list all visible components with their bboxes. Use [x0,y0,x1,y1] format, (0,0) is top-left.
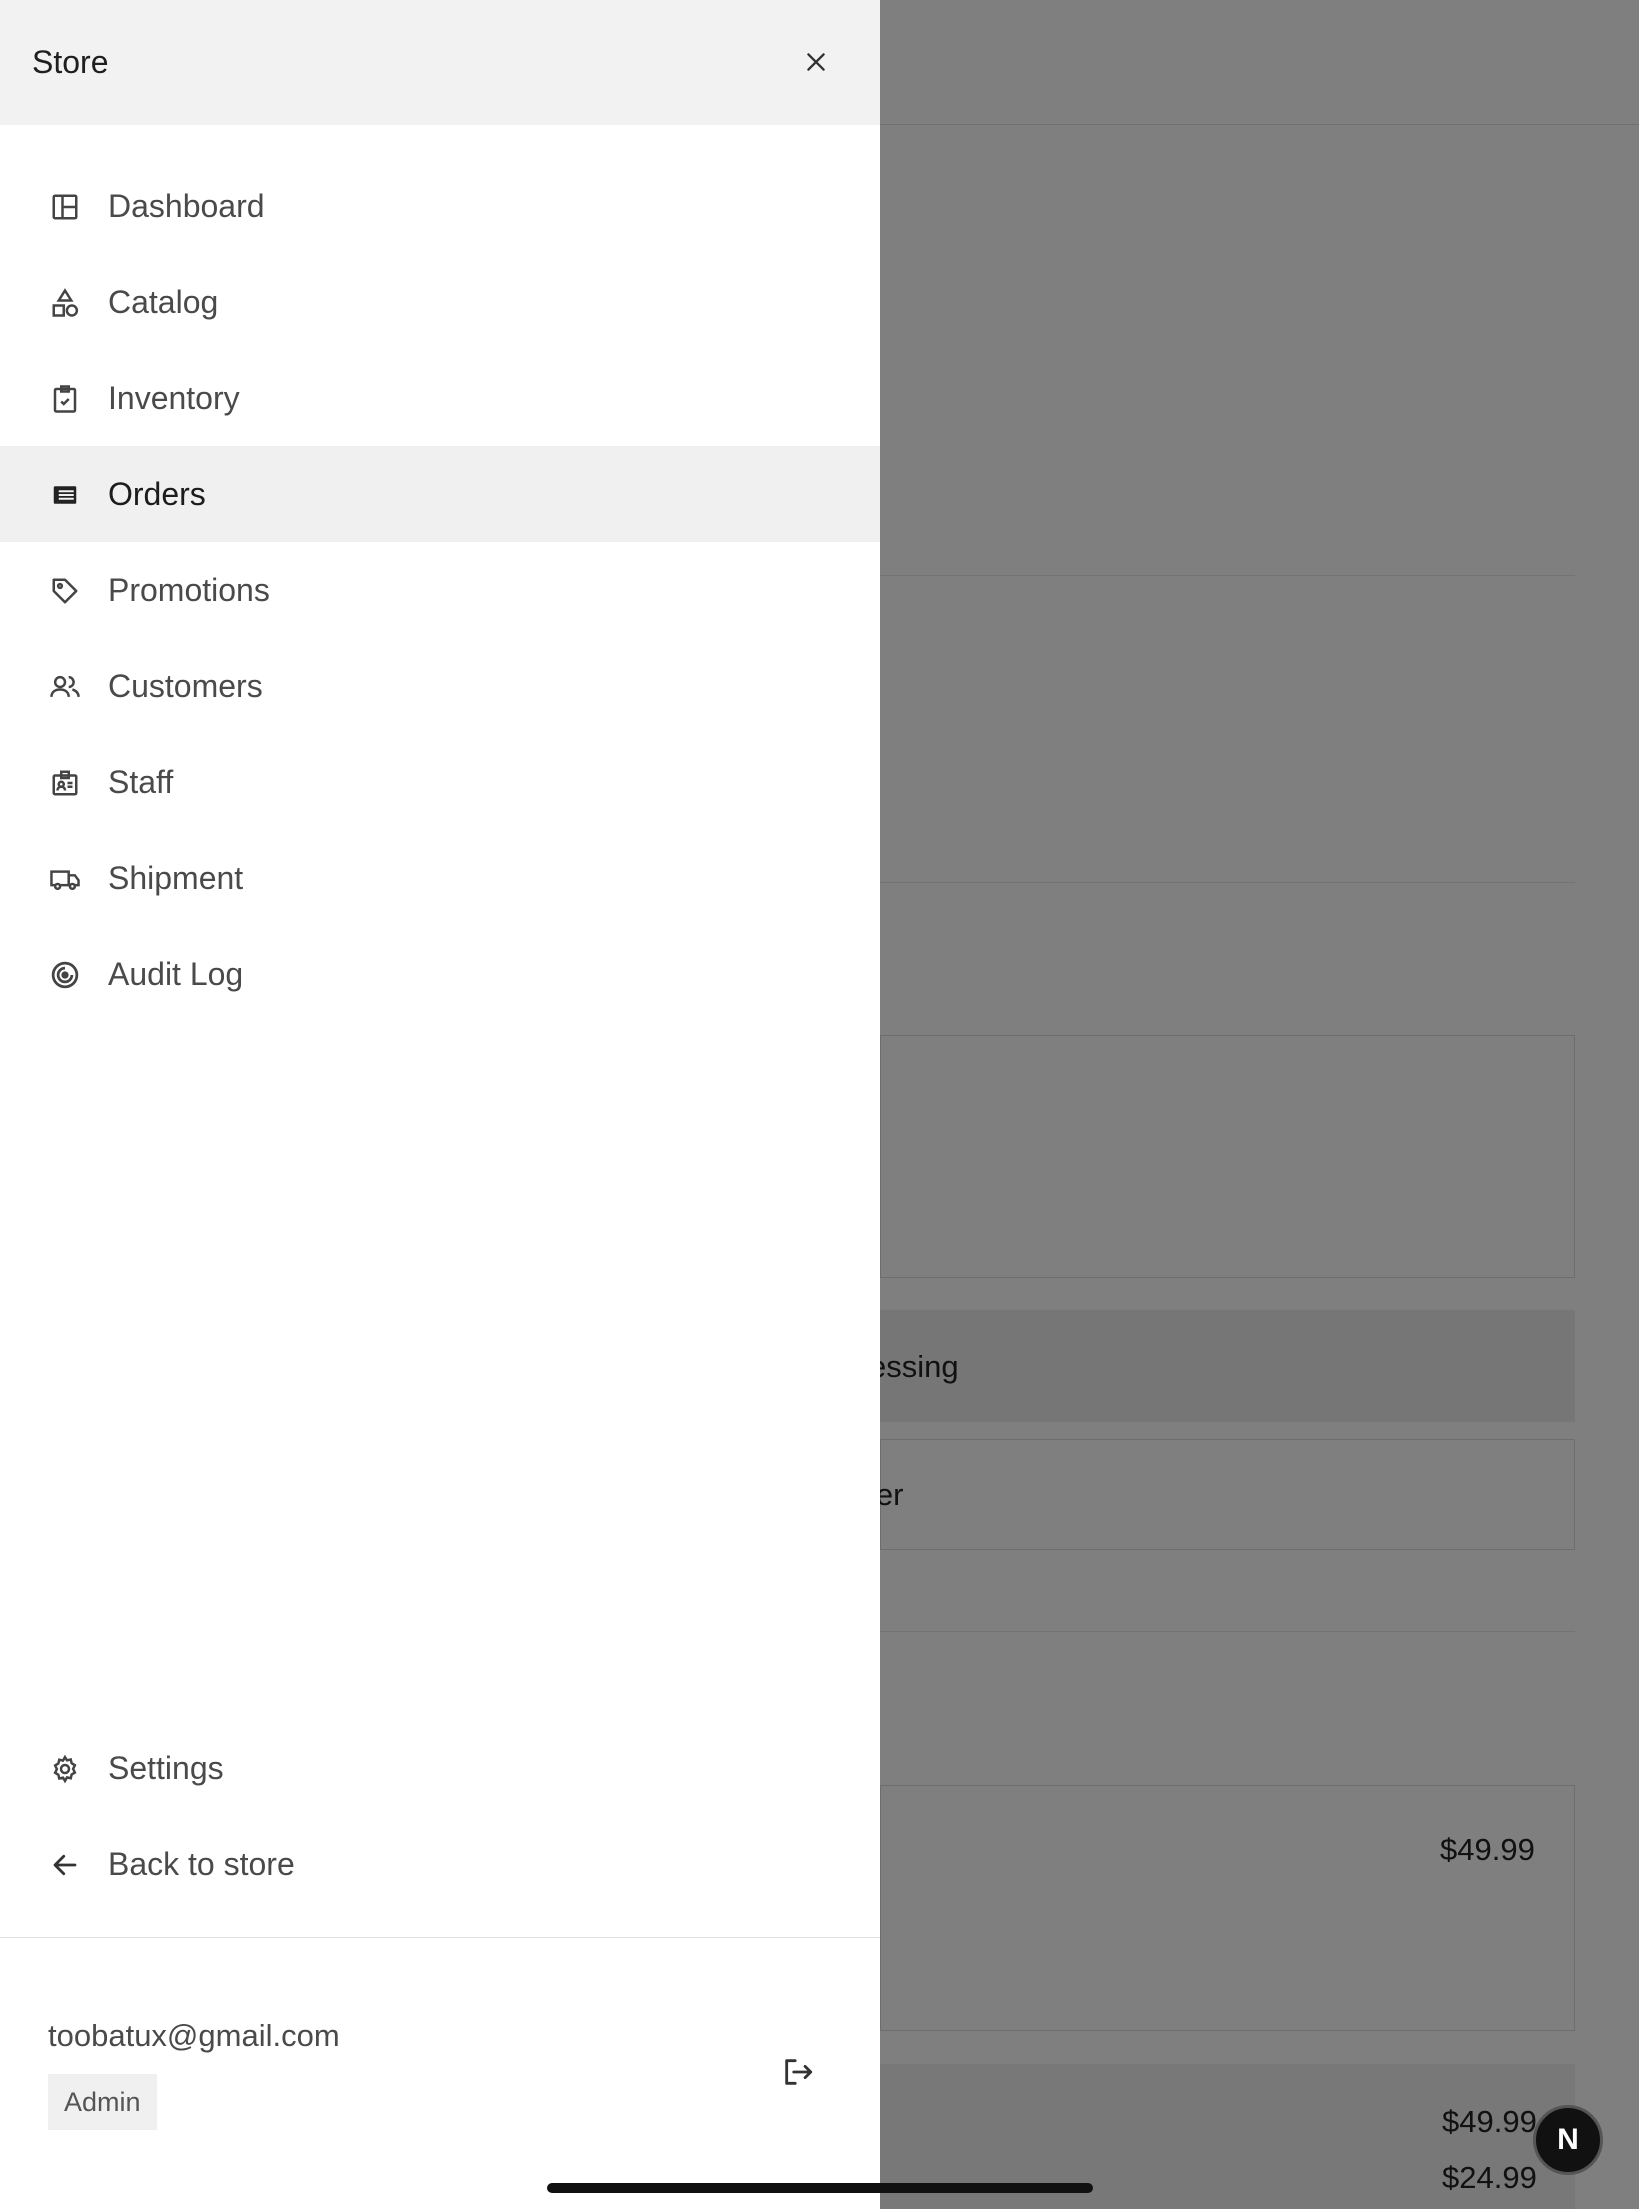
nav-label: Back to store [108,1845,295,1882]
nav-item-catalog[interactable]: Catalog [0,254,880,350]
nav-label: Audit Log [108,955,244,992]
role-badge: Admin [48,2074,157,2130]
truck-icon [48,862,82,896]
nav-label: Inventory [108,379,240,416]
dev-tools-badge[interactable]: N [1533,2105,1603,2175]
home-indicator [547,2183,1093,2193]
logout-icon [781,2055,815,2089]
arrow-left-icon [48,1848,82,1882]
user-email: toobatux@gmail.com [48,2018,340,2053]
nav-label: Shipment [108,859,244,896]
nav-item-settings[interactable]: Settings [0,1720,880,1816]
nav-label: Orders [108,475,206,512]
nav-item-inventory[interactable]: Inventory [0,350,880,446]
nav-item-promotions[interactable]: Promotions [0,542,880,638]
nav-label: Staff [108,763,174,800]
drawer-header: Store [0,0,880,125]
clipboard-check-icon [48,382,82,416]
radar-icon [48,958,82,992]
nav-label: Settings [108,1749,224,1786]
close-icon [803,49,829,75]
nav-label: Catalog [108,283,219,320]
gear-icon [48,1752,82,1786]
shapes-icon [48,286,82,320]
navigation-drawer: Store Dashboard Catalog Inventory Orders [0,0,880,2209]
nav-item-audit-log[interactable]: Audit Log [0,926,880,1022]
nav-item-shipment[interactable]: Shipment [0,830,880,926]
nav-item-staff[interactable]: Staff [0,734,880,830]
nav-label: Promotions [108,571,270,608]
list-icon [48,478,82,512]
close-button[interactable] [790,32,842,92]
nav-label: Customers [108,667,263,704]
tag-icon [48,574,82,608]
nav-item-customers[interactable]: Customers [0,638,880,734]
logout-button[interactable] [778,2052,818,2092]
dashboard-icon [48,190,82,224]
drawer-title: Store [32,44,109,80]
nav-label: Dashboard [108,187,265,224]
id-card-icon [48,766,82,800]
users-icon [48,670,82,704]
footer-divider [0,1937,880,1938]
nav-item-dashboard[interactable]: Dashboard [0,158,880,254]
nav-item-orders[interactable]: Orders [0,446,880,542]
nav-item-back-to-store[interactable]: Back to store [0,1816,880,1912]
